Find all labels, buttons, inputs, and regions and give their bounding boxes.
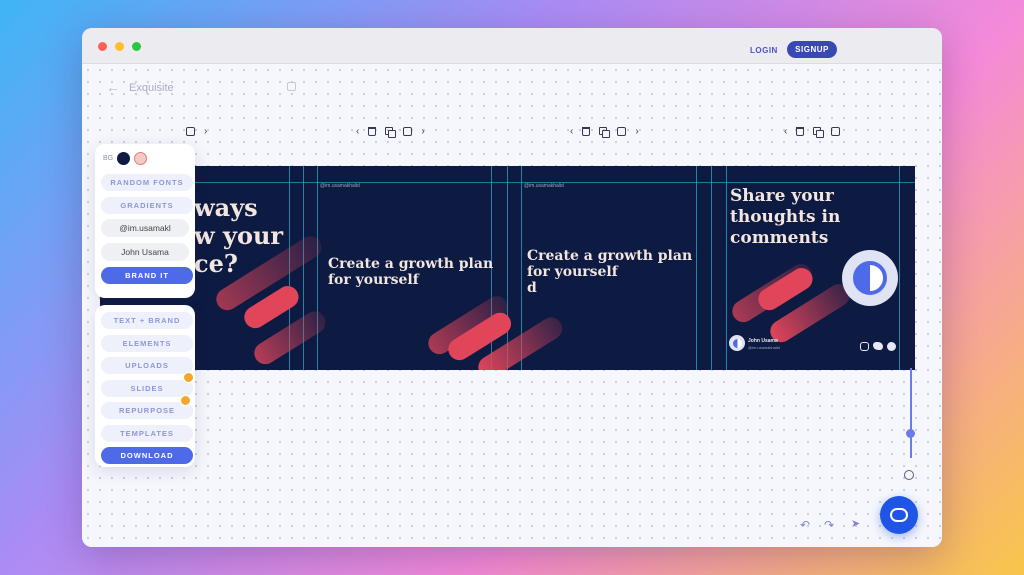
brand-panel: BG RANDOM FONTS GRADIENTS @im.usamakl Jo…: [95, 144, 195, 298]
tools-panel: TEXT + BRAND ELEMENTS UPLOADS SLIDES REP…: [95, 305, 195, 467]
slides-button[interactable]: SLIDES: [101, 379, 193, 397]
gradients-button[interactable]: GRADIENTS: [101, 196, 193, 214]
avatar: [729, 335, 745, 351]
brand-it-button[interactable]: BRAND IT: [101, 267, 193, 284]
maximize-window-button[interactable]: [132, 42, 141, 51]
square-icon[interactable]: [831, 127, 841, 136]
document-title[interactable]: Exquisite: [129, 82, 174, 94]
carousel-strip[interactable]: ways w your ce? @im.usamakhalid Create a…: [100, 166, 915, 370]
random-fonts-button[interactable]: RANDOM FONTS: [101, 174, 193, 191]
slide-4-headline[interactable]: Share your thoughts in comments: [730, 186, 840, 249]
chevron-left-icon[interactable]: ‹: [356, 126, 359, 137]
chat-button[interactable]: [880, 496, 918, 534]
zoom-icon[interactable]: [904, 470, 914, 480]
minimize-window-button[interactable]: [115, 42, 124, 51]
facebook-icon: [887, 342, 896, 351]
download-button[interactable]: DOWNLOAD: [101, 447, 193, 464]
brand-logo: [842, 250, 898, 306]
save-icon[interactable]: [287, 82, 296, 91]
bg-color-row: BG: [103, 152, 189, 165]
duplicate-icon[interactable]: [385, 127, 397, 138]
headline-line: Create a growth plan: [328, 256, 494, 272]
accent-color-swatch[interactable]: [134, 152, 148, 165]
headline-line: Create a growth plan: [527, 248, 693, 264]
chevron-left-icon[interactable]: ‹: [570, 126, 573, 137]
slide-2-headline[interactable]: Create a growth plan for yourself: [328, 256, 493, 288]
slide-3-headline[interactable]: Create a growth plan for yourself d: [527, 248, 692, 296]
trash-icon[interactable]: [368, 127, 377, 136]
headline-line: d: [527, 280, 537, 296]
handle-input[interactable]: @im.usamakl: [101, 219, 189, 237]
brand-logo-mark: [853, 261, 887, 295]
text-brand-button[interactable]: TEXT + BRAND: [101, 312, 193, 329]
slide-handle: @im.usamakhalid: [320, 183, 360, 189]
headline-line: w your: [194, 221, 284, 250]
slide-toolbar: ‹ ›: [570, 126, 639, 138]
zoom-slider-handle[interactable]: [906, 429, 915, 438]
guide-line: [317, 166, 318, 370]
duplicate-icon[interactable]: [813, 127, 825, 138]
premium-crown-icon: [180, 395, 191, 406]
templates-button[interactable]: TEMPLATES: [101, 424, 193, 442]
chevron-right-icon[interactable]: ›: [635, 126, 638, 137]
guide-line: [711, 166, 712, 370]
close-window-button[interactable]: [98, 42, 107, 51]
headline-line: for yourself: [527, 264, 618, 280]
cursor-icon[interactable]: ➤: [851, 517, 860, 530]
duplicate-icon[interactable]: [599, 127, 611, 138]
arrow-left-icon[interactable]: ←: [106, 79, 120, 95]
author-handle: @im.usamakhalid: [748, 345, 780, 350]
headline-line: Share your: [730, 186, 834, 206]
slide-toolbar: ‹ ›: [356, 126, 425, 138]
premium-crown-icon: [183, 372, 194, 383]
headline-line: ways: [194, 193, 258, 222]
slide-toolbar: ‹: [784, 126, 841, 138]
signup-button[interactable]: SIGNUP: [787, 41, 837, 58]
author-name: John Usama: [748, 338, 778, 344]
redo-icon[interactable]: ↷: [824, 518, 834, 532]
login-button[interactable]: LOGIN: [750, 46, 778, 55]
name-input[interactable]: John Usama: [101, 243, 189, 261]
guide-line: [696, 166, 697, 370]
guide-line: [899, 166, 900, 370]
square-icon[interactable]: [617, 127, 627, 136]
square-icon[interactable]: [403, 127, 413, 136]
trash-icon[interactable]: [796, 127, 805, 136]
headline-line: for yourself: [328, 272, 419, 288]
social-icons: [860, 342, 896, 351]
bg-label: BG: [103, 155, 114, 162]
guide-line: [507, 166, 508, 370]
instagram-icon: [860, 342, 869, 351]
zoom-slider-track[interactable]: [910, 368, 912, 458]
guide-line: [726, 166, 727, 370]
trash-icon[interactable]: [582, 127, 591, 136]
elements-button[interactable]: ELEMENTS: [101, 334, 193, 352]
headline-line: comments: [730, 228, 829, 248]
chevron-right-icon[interactable]: ›: [421, 126, 424, 137]
chevron-left-icon[interactable]: ‹: [784, 126, 787, 137]
undo-icon[interactable]: ↶: [800, 518, 810, 532]
slide-toolbar: ›: [186, 126, 207, 137]
repurpose-button[interactable]: REPURPOSE: [101, 402, 193, 419]
uploads-button[interactable]: UPLOADS: [101, 357, 193, 374]
square-icon[interactable]: [186, 127, 195, 136]
headline-line: thoughts in: [730, 207, 841, 227]
chevron-right-icon[interactable]: ›: [204, 126, 207, 137]
slide-handle: @im.usamakhalid: [524, 183, 564, 189]
chat-icon: [890, 508, 908, 522]
bg-color-swatch[interactable]: [117, 152, 131, 165]
twitter-icon: [873, 342, 883, 350]
